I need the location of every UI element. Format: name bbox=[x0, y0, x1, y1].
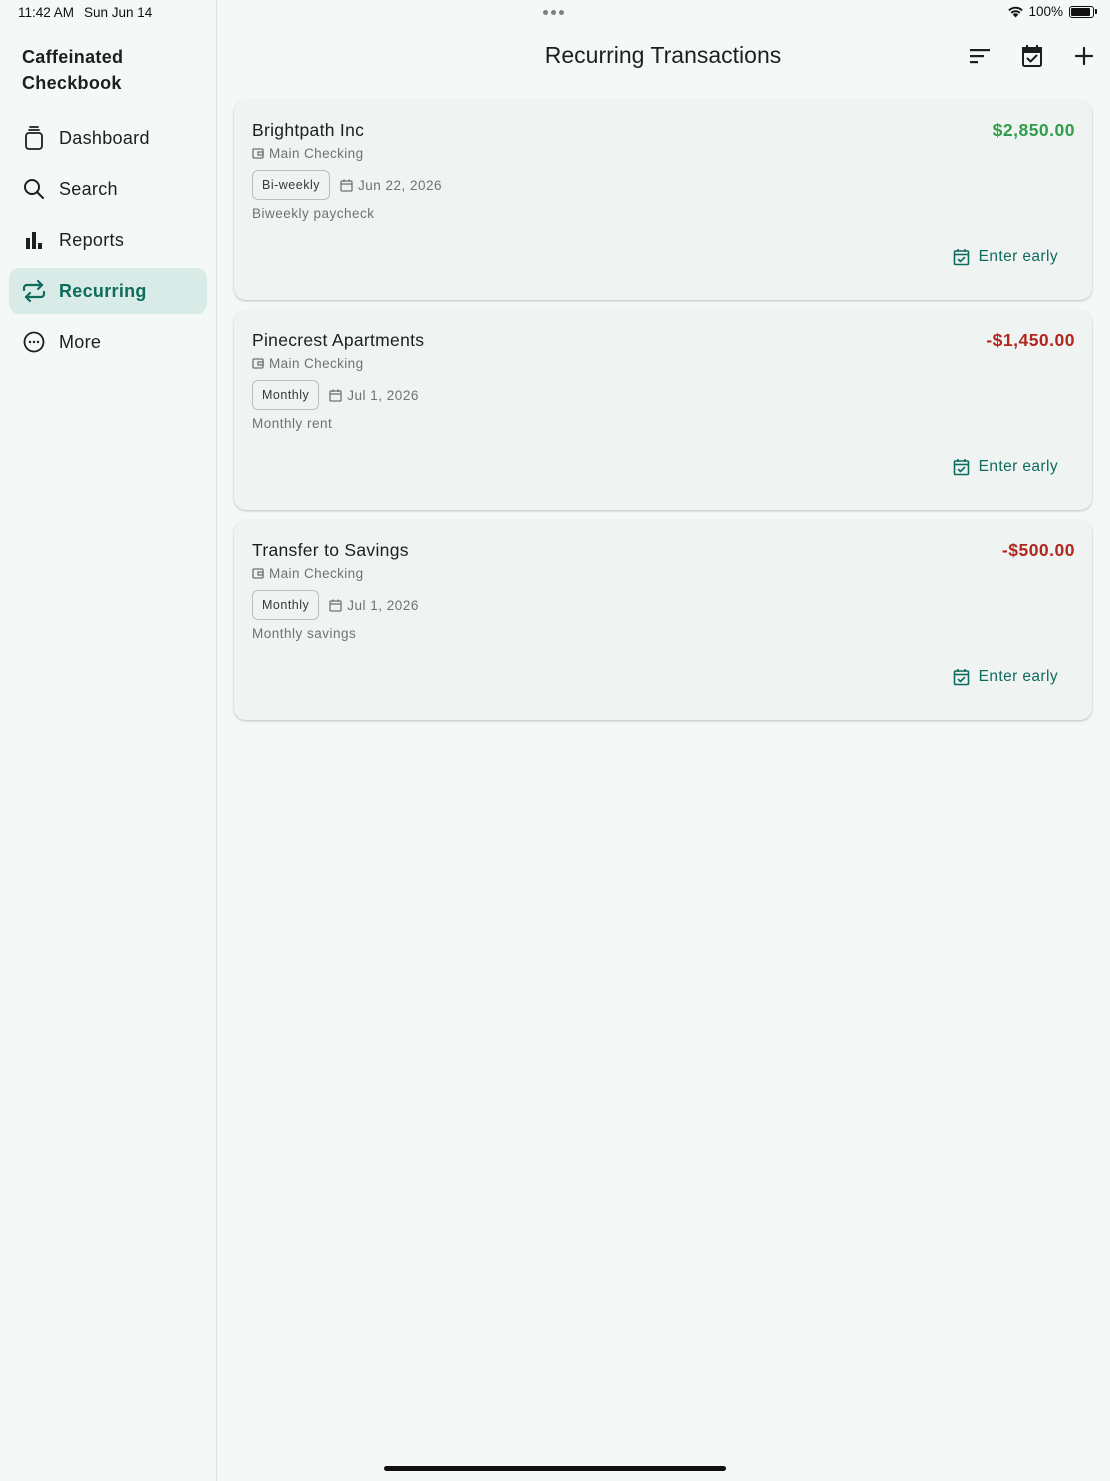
repeat-icon bbox=[21, 278, 47, 304]
account-name: Main Checking bbox=[269, 356, 364, 371]
account-name: Main Checking bbox=[269, 566, 364, 581]
sidebar-item-reports[interactable]: Reports bbox=[9, 217, 207, 263]
next-date: Jul 1, 2026 bbox=[329, 388, 419, 403]
sidebar-item-label: Recurring bbox=[59, 280, 147, 301]
enter-early-label: Enter early bbox=[978, 668, 1058, 685]
wallet-icon bbox=[252, 358, 264, 369]
account: Main Checking bbox=[252, 566, 364, 581]
enter-early-button[interactable]: Enter early bbox=[953, 248, 1058, 266]
enter-early-label: Enter early bbox=[978, 248, 1058, 265]
sort-icon bbox=[970, 49, 990, 64]
calendar-icon bbox=[340, 179, 353, 192]
next-date-text: Jun 22, 2026 bbox=[358, 177, 443, 193]
frequency-chip: Bi-weekly bbox=[252, 170, 330, 200]
frequency-chip: Monthly bbox=[252, 380, 320, 410]
enter-early-button[interactable]: Enter early bbox=[953, 458, 1058, 476]
calendar-check-button[interactable] bbox=[1016, 40, 1048, 72]
sidebar-item-recurring[interactable]: Recurring bbox=[9, 268, 207, 314]
recurring-card[interactable]: Pinecrest Apartments -$1,450.00 Main Che… bbox=[234, 310, 1092, 510]
jar-icon bbox=[21, 125, 47, 151]
multitasking-dots-icon[interactable] bbox=[543, 10, 564, 15]
battery-icon bbox=[1069, 5, 1097, 18]
recurring-card[interactable]: Brightpath Inc $2,850.00 Main Checking B… bbox=[234, 100, 1092, 300]
bar-chart-icon bbox=[21, 227, 47, 253]
more-horizontal-icon bbox=[21, 329, 47, 355]
app-title: Caffeinated Checkbook bbox=[22, 47, 124, 93]
calendar-icon bbox=[329, 389, 342, 402]
search-icon bbox=[21, 176, 47, 202]
calendar-check-icon bbox=[1022, 45, 1042, 67]
sort-button[interactable] bbox=[964, 40, 996, 72]
payee-name: Brightpath Inc bbox=[252, 120, 365, 140]
memo: Biweekly paycheck bbox=[252, 206, 375, 221]
sidebar-item-label: More bbox=[59, 331, 102, 352]
page-title: Recurring Transactions bbox=[544, 42, 782, 68]
calendar-icon bbox=[329, 599, 342, 612]
add-icon bbox=[1074, 46, 1094, 66]
wallet-icon bbox=[252, 568, 264, 579]
recurring-card[interactable]: Transfer to Savings -$500.00 Main Checki… bbox=[234, 520, 1092, 720]
payee-name: Pinecrest Apartments bbox=[252, 330, 425, 350]
sidebar-item-dashboard[interactable]: Dashboard bbox=[9, 115, 207, 161]
amount: $2,850.00 bbox=[992, 120, 1075, 140]
next-date: Jul 1, 2026 bbox=[329, 598, 419, 613]
memo: Monthly savings bbox=[252, 626, 357, 641]
sidebar-item-label: Search bbox=[59, 178, 118, 199]
account-name: Main Checking bbox=[269, 146, 364, 161]
next-date-text: Jul 1, 2026 bbox=[347, 597, 419, 613]
schedule-row: Monthly Jul 1, 2026 bbox=[252, 590, 419, 620]
status-right: 100% bbox=[1007, 4, 1097, 19]
enter-early-label: Enter early bbox=[978, 458, 1058, 475]
frequency-chip: Monthly bbox=[252, 590, 320, 620]
schedule-row: Monthly Jul 1, 2026 bbox=[252, 380, 419, 410]
account: Main Checking bbox=[252, 356, 364, 371]
wifi-icon bbox=[1008, 6, 1024, 18]
account: Main Checking bbox=[252, 146, 364, 161]
add-button[interactable] bbox=[1068, 40, 1100, 72]
next-date: Jun 22, 2026 bbox=[340, 178, 442, 193]
sidebar-item-label: Reports bbox=[59, 229, 125, 250]
enter-early-button[interactable]: Enter early bbox=[953, 668, 1058, 686]
calendar-check-icon bbox=[953, 459, 969, 476]
schedule-row: Bi-weekly Jun 22, 2026 bbox=[252, 170, 442, 200]
memo: Monthly rent bbox=[252, 416, 333, 431]
sidebar-item-search[interactable]: Search bbox=[9, 166, 207, 212]
amount: -$1,450.00 bbox=[986, 330, 1075, 350]
amount: -$500.00 bbox=[1001, 540, 1075, 560]
sidebar-item-label: Dashboard bbox=[59, 127, 150, 148]
calendar-check-icon bbox=[953, 669, 969, 686]
wallet-icon bbox=[252, 148, 264, 159]
home-indicator[interactable] bbox=[384, 1466, 726, 1471]
sidebar-item-more[interactable]: More bbox=[9, 319, 207, 365]
sidebar: Caffeinated Checkbook Dashboard Search R… bbox=[0, 0, 217, 1481]
payee-name: Transfer to Savings bbox=[252, 540, 409, 560]
calendar-check-icon bbox=[953, 249, 969, 266]
battery-percent: 100% bbox=[1028, 4, 1063, 19]
next-date-text: Jul 1, 2026 bbox=[347, 387, 419, 403]
